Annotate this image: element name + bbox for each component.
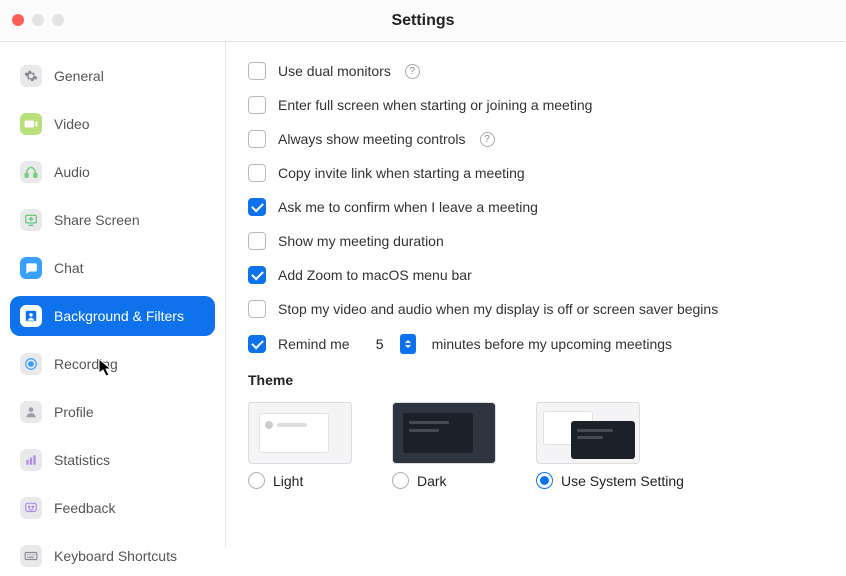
- checkbox-confirm-leave[interactable]: [248, 198, 266, 216]
- checkbox-stop-on-sleep[interactable]: [248, 300, 266, 318]
- option-label: Copy invite link when starting a meeting: [278, 165, 525, 181]
- sidebar-item-chat[interactable]: Chat: [10, 248, 215, 288]
- checkbox-menu-bar[interactable]: [248, 266, 266, 284]
- option-label: Ask me to confirm when I leave a meeting: [278, 199, 538, 215]
- sidebar-item-label: Feedback: [54, 500, 115, 516]
- checkbox-dual-monitors[interactable]: [248, 62, 266, 80]
- sidebar-item-label: Audio: [54, 164, 90, 180]
- radio-system[interactable]: [536, 472, 553, 489]
- option-remind[interactable]: Remind me minutes before my upcoming mee…: [248, 334, 824, 354]
- checkbox-remind[interactable]: [248, 335, 266, 353]
- remind-prefix: Remind me: [278, 336, 350, 352]
- window-title: Settings: [0, 12, 846, 30]
- theme-thumb-dark: [392, 402, 496, 464]
- sidebar-item-bgfilters[interactable]: Background & Filters: [10, 296, 215, 336]
- sidebar-item-audio[interactable]: Audio: [10, 152, 215, 192]
- sidebar-item-label: Share Screen: [54, 212, 140, 228]
- theme-option-light[interactable]: Light: [248, 402, 352, 489]
- option-label: Show my meeting duration: [278, 233, 444, 249]
- sidebar-item-share[interactable]: Share Screen: [10, 200, 215, 240]
- maximize-window-button[interactable]: [52, 14, 64, 26]
- sidebar-item-label: Background & Filters: [54, 308, 184, 324]
- traffic-lights: [12, 14, 64, 26]
- theme-options: Light Dark Use System Setting: [248, 402, 824, 489]
- checkbox-fullscreen[interactable]: [248, 96, 266, 114]
- theme-option-dark[interactable]: Dark: [392, 402, 496, 489]
- remind-minutes-stepper[interactable]: [366, 334, 416, 354]
- option-confirm-leave[interactable]: Ask me to confirm when I leave a meeting: [248, 198, 824, 216]
- help-icon[interactable]: ?: [405, 64, 420, 79]
- sidebar-item-label: General: [54, 68, 104, 84]
- chat-icon: [20, 257, 42, 279]
- theme-label: Light: [273, 473, 303, 489]
- option-label: Use dual monitors: [278, 63, 391, 79]
- sidebar-item-label: Keyboard Shortcuts: [54, 548, 177, 564]
- option-label: Enter full screen when starting or joini…: [278, 97, 592, 113]
- sidebar: General Video Audio Share Screen Chat Backgro…: [0, 42, 226, 548]
- sidebar-item-shortcuts[interactable]: Keyboard Shortcuts: [10, 536, 215, 576]
- sidebar-item-label: Profile: [54, 404, 94, 420]
- theme-label: Use System Setting: [561, 473, 684, 489]
- theme-section-label: Theme: [248, 372, 824, 388]
- theme-label: Dark: [417, 473, 447, 489]
- option-show-duration[interactable]: Show my meeting duration: [248, 232, 824, 250]
- sidebar-item-general[interactable]: General: [10, 56, 215, 96]
- sidebar-item-label: Recording: [54, 356, 118, 372]
- stepper-buttons[interactable]: [400, 334, 416, 354]
- recording-icon: [20, 353, 42, 375]
- content-pane: Use dual monitors ? Enter full screen wh…: [226, 42, 846, 548]
- checkbox-show-duration[interactable]: [248, 232, 266, 250]
- option-label: Stop my video and audio when my display …: [278, 301, 718, 317]
- sidebar-item-label: Statistics: [54, 452, 110, 468]
- help-icon[interactable]: ?: [480, 132, 495, 147]
- sidebar-item-profile[interactable]: Profile: [10, 392, 215, 432]
- theme-thumb-system: [536, 402, 640, 464]
- gear-icon: [20, 65, 42, 87]
- option-label: Always show meeting controls: [278, 131, 466, 147]
- sidebar-item-statistics[interactable]: Statistics: [10, 440, 215, 480]
- option-stop-on-sleep[interactable]: Stop my video and audio when my display …: [248, 300, 824, 318]
- sidebar-item-video[interactable]: Video: [10, 104, 215, 144]
- checkbox-always-controls[interactable]: [248, 130, 266, 148]
- background-icon: [20, 305, 42, 327]
- remind-suffix: minutes before my upcoming meetings: [432, 336, 672, 352]
- statistics-icon: [20, 449, 42, 471]
- option-dual-monitors[interactable]: Use dual monitors ?: [248, 62, 824, 80]
- close-window-button[interactable]: [12, 14, 24, 26]
- keyboard-icon: [20, 545, 42, 567]
- option-fullscreen[interactable]: Enter full screen when starting or joini…: [248, 96, 824, 114]
- sidebar-item-label: Chat: [54, 260, 84, 276]
- option-copy-invite[interactable]: Copy invite link when starting a meeting: [248, 164, 824, 182]
- titlebar: Settings: [0, 0, 846, 42]
- option-always-controls[interactable]: Always show meeting controls ?: [248, 130, 824, 148]
- checkbox-copy-invite[interactable]: [248, 164, 266, 182]
- option-menu-bar[interactable]: Add Zoom to macOS menu bar: [248, 266, 824, 284]
- profile-icon: [20, 401, 42, 423]
- radio-dark[interactable]: [392, 472, 409, 489]
- sidebar-item-label: Video: [54, 116, 90, 132]
- remind-minutes-input[interactable]: [366, 336, 394, 352]
- option-label: Add Zoom to macOS menu bar: [278, 267, 472, 283]
- audio-icon: [20, 161, 42, 183]
- video-icon: [20, 113, 42, 135]
- share-screen-icon: [20, 209, 42, 231]
- sidebar-item-recording[interactable]: Recording: [10, 344, 215, 384]
- minimize-window-button[interactable]: [32, 14, 44, 26]
- radio-light[interactable]: [248, 472, 265, 489]
- theme-thumb-light: [248, 402, 352, 464]
- theme-option-system[interactable]: Use System Setting: [536, 402, 684, 489]
- feedback-icon: [20, 497, 42, 519]
- sidebar-item-feedback[interactable]: Feedback: [10, 488, 215, 528]
